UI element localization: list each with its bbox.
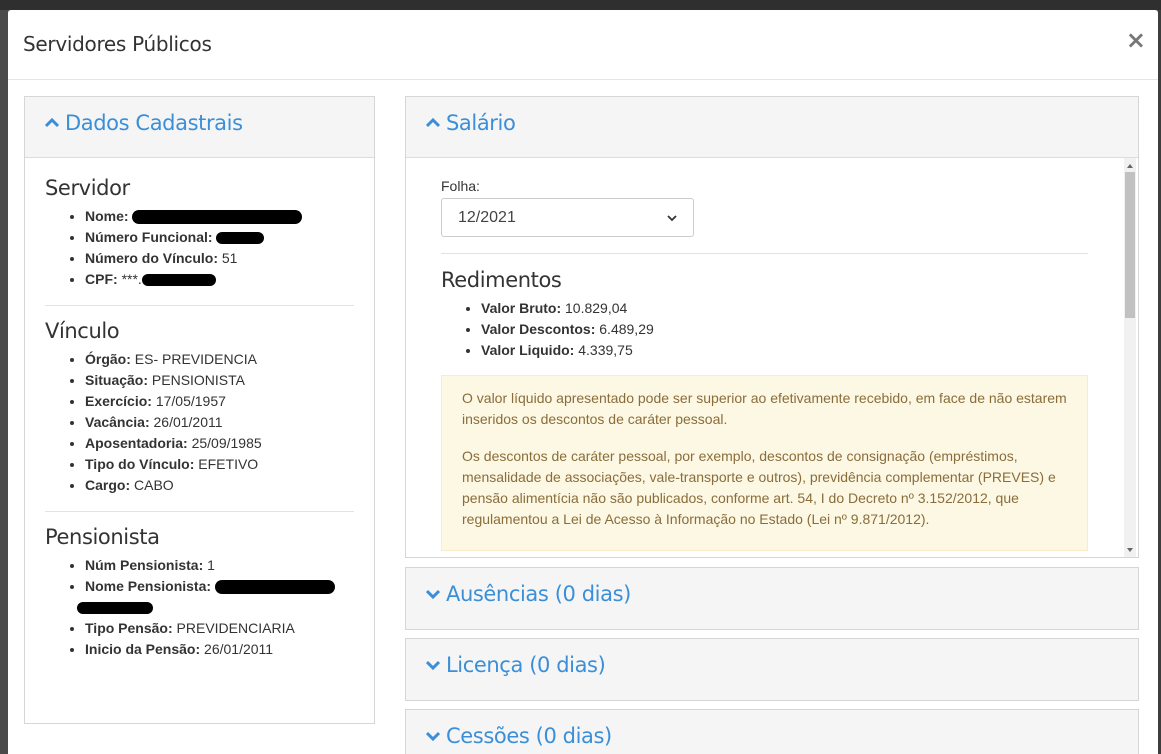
chevron-down-icon	[426, 731, 440, 742]
list-item: Cargo: CABO	[85, 475, 354, 496]
alert-paragraph: Os descontos de caráter pessoal, por exe…	[462, 448, 1056, 527]
redimentos-title: Redimentos	[441, 268, 562, 292]
chevron-up-icon	[45, 117, 59, 128]
list-item: Aposentadoria: 25/09/1985	[85, 433, 354, 454]
list-item: Valor Bruto: 10.829,04	[481, 298, 1088, 319]
licenca-panel[interactable]: Licença (0 dias)	[405, 638, 1139, 701]
redimentos-list: Valor Bruto: 10.829,04 Valor Descontos: …	[441, 298, 1088, 361]
list-item: Órgão: ES- PREVIDENCIA	[85, 349, 354, 370]
scroll-down-icon[interactable]	[1126, 546, 1134, 554]
salario-heading[interactable]: Salário	[406, 97, 1138, 158]
vinculo-title: Vínculo	[45, 319, 120, 343]
dados-cadastrais-body: Servidor Nome: Número Funcional: Número …	[25, 158, 374, 660]
salario-title: Salário	[446, 111, 516, 135]
vinculo-list: Órgão: ES- PREVIDENCIA Situação: PENSION…	[45, 349, 354, 496]
modal-title: Servidores Públicos	[23, 32, 212, 56]
licenca-title: Licença (0 dias)	[446, 653, 606, 677]
dados-cadastrais-heading[interactable]: Dados Cadastrais	[25, 97, 374, 158]
servidor-modal: Servidores Públicos × Dados Cadastrais S…	[8, 10, 1158, 754]
list-item: Núm Pensionista: 1	[85, 555, 354, 576]
ausencias-panel[interactable]: Ausências (0 dias)	[405, 567, 1139, 630]
list-item: Inicio da Pensão: 26/01/2011	[85, 639, 354, 660]
ausencias-title: Ausências (0 dias)	[446, 582, 631, 606]
cessoes-panel[interactable]: Cessões (0 dias)	[405, 709, 1139, 754]
pensionista-title: Pensionista	[45, 525, 160, 549]
alert-paragraph: O valor líquido apresentado pode ser sup…	[462, 390, 1067, 427]
list-item: CPF: ***.	[85, 269, 354, 290]
list-item: Vacância: 26/01/2011	[85, 412, 354, 433]
chevron-down-icon	[426, 660, 440, 671]
chevron-up-icon	[426, 117, 440, 128]
list-item: Exercício: 17/05/1957	[85, 391, 354, 412]
redaction-mark	[141, 274, 216, 287]
list-item: Tipo Pensão: PREVIDENCIARIA	[85, 618, 354, 639]
redaction-mark	[214, 580, 335, 595]
scroll-up-icon[interactable]	[1126, 162, 1134, 170]
divider	[441, 253, 1088, 254]
modal-backdrop-left	[0, 10, 8, 754]
cessoes-title: Cessões (0 dias)	[446, 724, 612, 748]
list-item: Tipo do Vínculo: EFETIVO	[85, 454, 354, 475]
dados-cadastrais-panel: Dados Cadastrais Servidor Nome: Número F…	[24, 96, 375, 724]
list-item: Número do Vínculo: 51	[85, 248, 354, 269]
chevron-down-icon	[667, 214, 677, 221]
salary-warning-alert: O valor líquido apresentado pode ser sup…	[441, 375, 1088, 551]
folha-selected-value: 12/2021	[458, 208, 516, 226]
divider	[45, 511, 354, 512]
divider	[45, 305, 354, 306]
folha-select[interactable]: 12/2021	[441, 198, 694, 237]
chevron-down-icon	[426, 589, 440, 600]
modal-header: Servidores Públicos ×	[8, 10, 1158, 80]
close-button[interactable]: ×	[1126, 26, 1146, 54]
salario-panel: Salário Folha: 12/2021 Redimentos Valor …	[405, 96, 1139, 558]
redaction-mark	[132, 210, 303, 225]
dados-cadastrais-title: Dados Cadastrais	[65, 111, 243, 135]
list-item: Valor Descontos: 6.489,29	[481, 319, 1088, 340]
servidor-list: Nome: Número Funcional: Número do Víncul…	[45, 206, 354, 290]
redaction-mark	[77, 602, 153, 615]
salario-scrollbar[interactable]	[1124, 158, 1136, 557]
pensionista-list: Núm Pensionista: 1 Nome Pensionista: Tip…	[45, 555, 354, 660]
list-item: Valor Liquido: 4.339,75	[481, 340, 1088, 361]
list-item: Número Funcional:	[85, 227, 354, 248]
list-item: Situação: PENSIONISTA	[85, 370, 354, 391]
salario-body[interactable]: Folha: 12/2021 Redimentos Valor Bruto: 1…	[406, 158, 1138, 557]
folha-label: Folha:	[441, 178, 480, 194]
servidor-title: Servidor	[45, 176, 130, 200]
list-item: Nome:	[85, 206, 354, 227]
background-app-topbar	[0, 0, 1161, 10]
list-item: Nome Pensionista:	[77, 576, 354, 618]
scroll-thumb[interactable]	[1125, 172, 1135, 318]
redaction-mark	[216, 232, 265, 245]
